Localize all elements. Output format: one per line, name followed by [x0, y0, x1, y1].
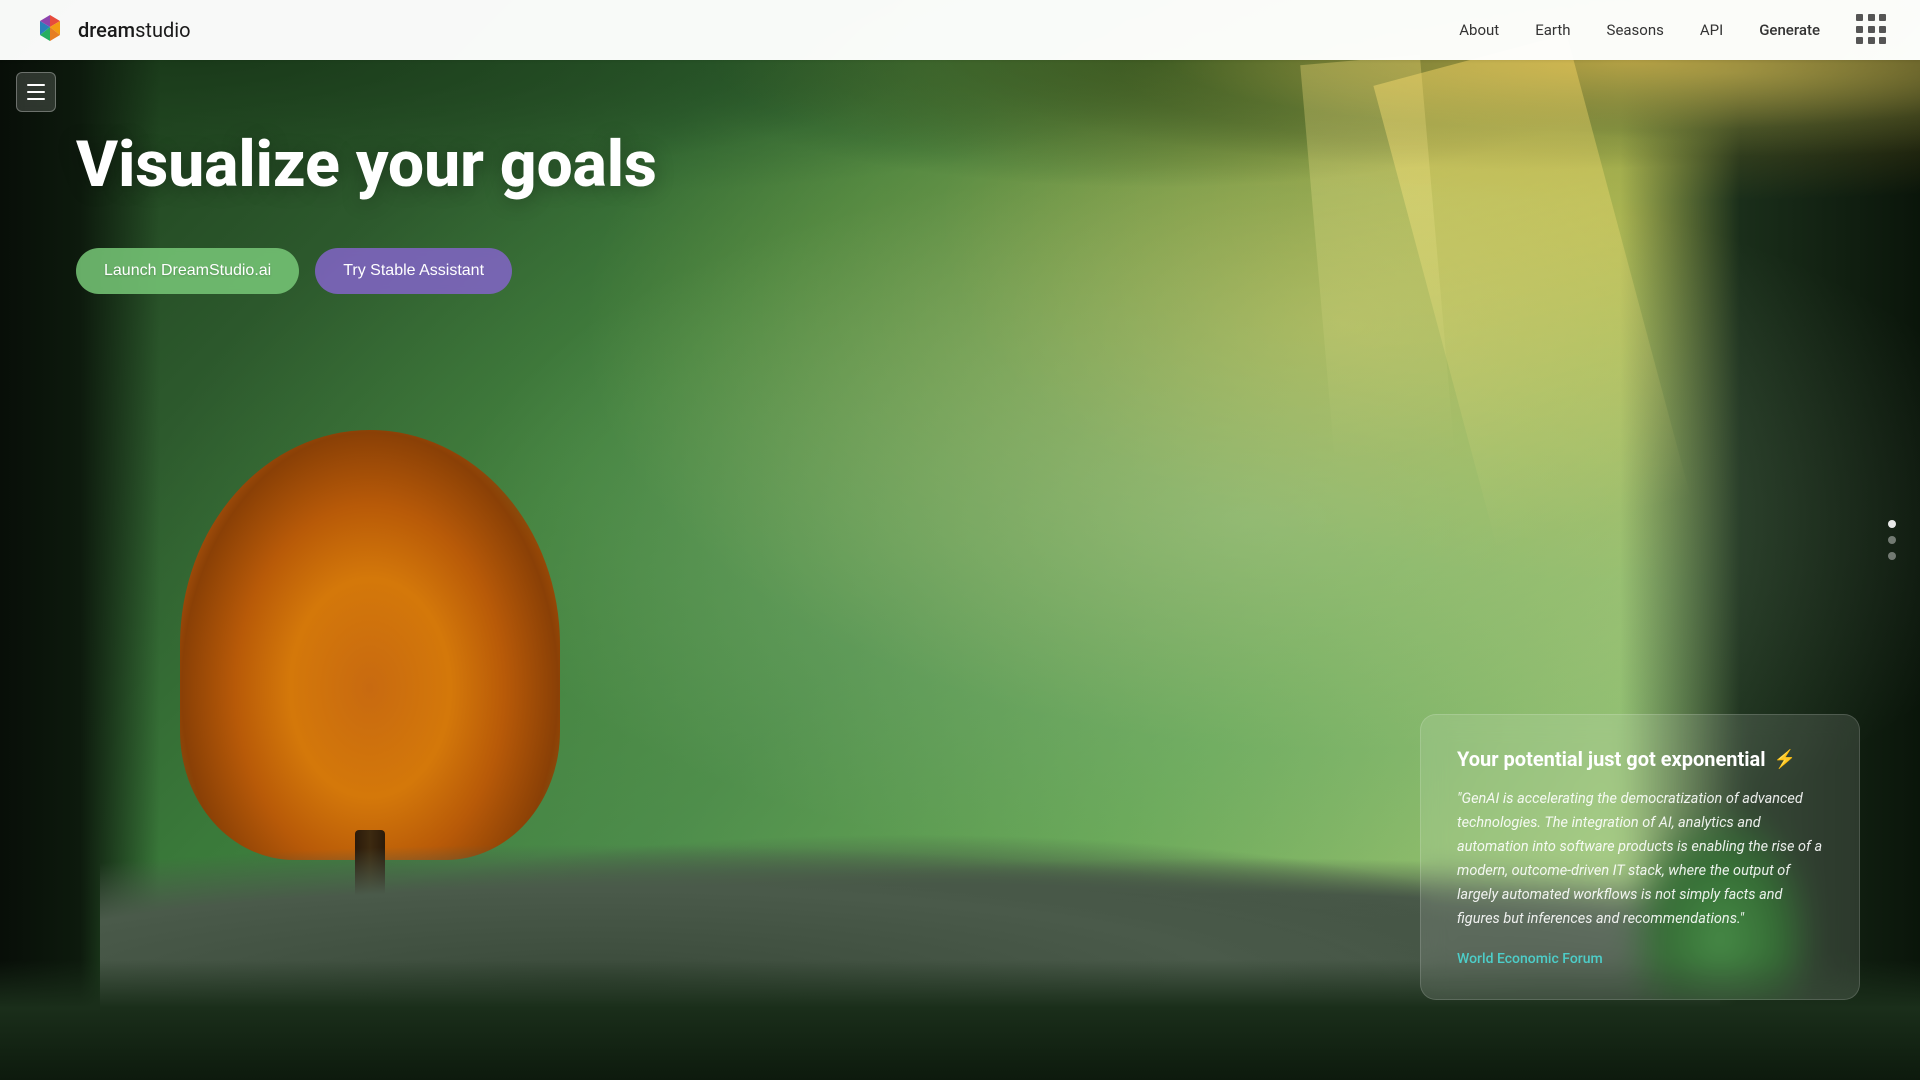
hero-content: Visualize your goals Launch DreamStudio.…	[76, 130, 657, 294]
nav-about[interactable]: About	[1459, 21, 1499, 39]
grid-dot	[1856, 26, 1863, 33]
hero-title: Visualize your goals	[76, 130, 657, 200]
try-stable-assistant-button[interactable]: Try Stable Assistant	[315, 248, 512, 294]
quote-title: Your potential just got exponential ⚡	[1457, 747, 1823, 771]
logo[interactable]: dreamstudio	[32, 12, 191, 48]
nav-seasons[interactable]: Seasons	[1607, 21, 1664, 39]
hamburger-line	[27, 98, 45, 100]
navbar: dreamstudio About Earth Seasons API Gene…	[0, 0, 1920, 60]
hamburger-line	[27, 91, 45, 93]
launch-dreamstudio-button[interactable]: Launch DreamStudio.ai	[76, 248, 299, 294]
quote-body: "GenAI is accelerating the democratizati…	[1457, 787, 1823, 931]
grid-dot	[1868, 26, 1875, 33]
hero-section: Visualize your goals Launch DreamStudio.…	[0, 0, 1920, 1080]
nav-api[interactable]: API	[1700, 21, 1723, 39]
grid-dot	[1868, 14, 1875, 21]
scroll-dot-3[interactable]	[1888, 552, 1896, 560]
scroll-dot-1[interactable]	[1888, 520, 1896, 528]
nav-links: About Earth Seasons API Generate	[1459, 14, 1888, 46]
grid-dot	[1879, 14, 1886, 21]
nav-earth[interactable]: Earth	[1535, 21, 1570, 39]
hamburger-menu-button[interactable]	[16, 72, 56, 112]
grid-dot	[1879, 26, 1886, 33]
quote-source[interactable]: World Economic Forum	[1457, 951, 1823, 967]
quote-card: Your potential just got exponential ⚡ "G…	[1420, 714, 1860, 1000]
grid-dot	[1856, 37, 1863, 44]
quote-title-text: Your potential just got exponential	[1457, 747, 1766, 771]
logo-icon	[32, 12, 68, 48]
grid-dot	[1868, 37, 1875, 44]
grid-icon[interactable]	[1856, 14, 1888, 46]
nav-generate[interactable]: Generate	[1759, 21, 1820, 39]
scroll-dot-2[interactable]	[1888, 536, 1896, 544]
logo-text: dreamstudio	[78, 18, 191, 42]
grid-dot	[1879, 37, 1886, 44]
grid-dot	[1856, 14, 1863, 21]
hero-buttons: Launch DreamStudio.ai Try Stable Assista…	[76, 248, 657, 294]
spark-icon: ⚡	[1774, 749, 1796, 770]
autumn-foliage	[180, 430, 560, 860]
hamburger-line	[27, 84, 45, 86]
scroll-indicator	[1888, 520, 1896, 560]
